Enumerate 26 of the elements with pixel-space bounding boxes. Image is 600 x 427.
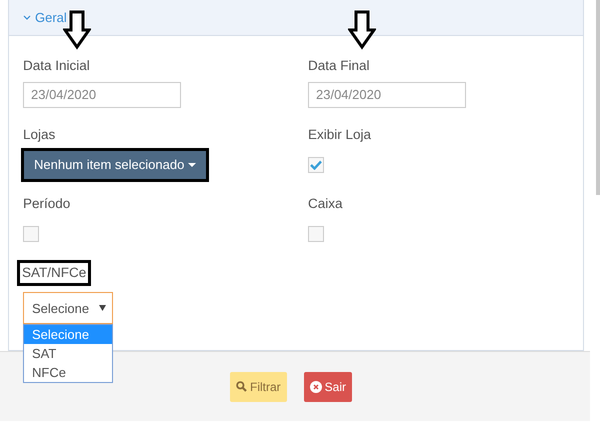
select-field[interactable]: Selecione [23, 292, 113, 324]
field-label: Exibir Loja [308, 126, 372, 144]
checkbox[interactable] [308, 226, 324, 242]
checkbox[interactable] [308, 157, 324, 174]
field-label: Lojas [23, 126, 56, 144]
field-label: Data Inicial [23, 57, 90, 75]
exit-button[interactable]: Sair [304, 372, 352, 402]
dropdown-option[interactable]: Selecione [24, 325, 112, 344]
field-label: Período [23, 195, 70, 213]
field-label: Caixa [308, 195, 343, 213]
close-icon [310, 380, 322, 392]
dropdown-button[interactable]: Nenhum item selecionado [24, 151, 206, 179]
panel-header[interactable]: Geral [9, 0, 583, 36]
filter-button[interactable]: Filtrar [230, 372, 287, 402]
date-field[interactable]: 23/04/2020 [308, 82, 466, 108]
dropdown-option[interactable]: SAT [24, 344, 112, 364]
caret-icon [188, 163, 196, 168]
caret-icon [99, 305, 106, 312]
checkbox[interactable] [23, 226, 39, 242]
field-label: Data Final [308, 57, 370, 75]
scrollbar[interactable] [596, 0, 600, 195]
field-label: SAT/NFCe [17, 260, 92, 286]
dropdown-option[interactable]: NFCe [24, 363, 112, 382]
search-icon [236, 381, 247, 392]
date-field[interactable]: 23/04/2020 [23, 82, 181, 108]
panel-title: Geral [35, 8, 67, 27]
